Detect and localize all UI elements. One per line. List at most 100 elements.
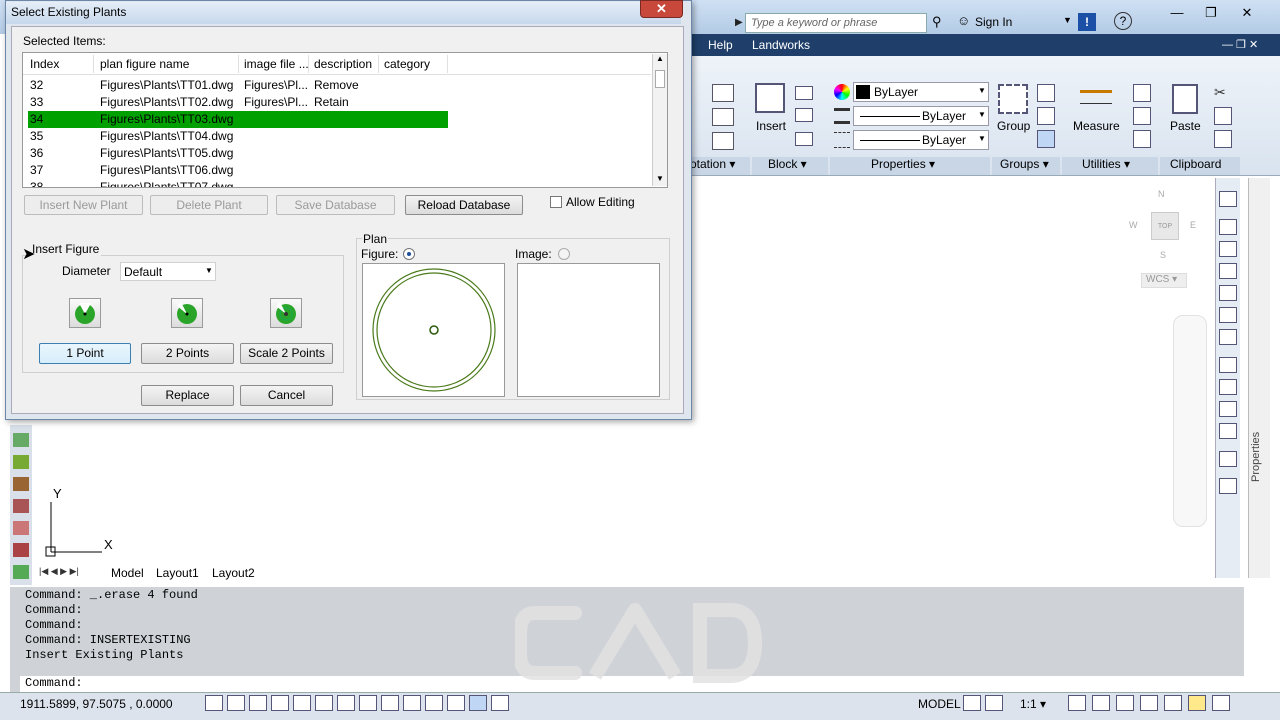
view-tool-icon[interactable] xyxy=(1219,329,1237,345)
measure-icon[interactable] xyxy=(1080,90,1112,104)
table-row[interactable]: 35 Figures\Plants\TT04.dwg xyxy=(23,128,651,145)
quick-view-layouts-icon[interactable] xyxy=(963,695,981,711)
table-row[interactable]: 37 Figures\Plants\TT06.dwg xyxy=(23,162,651,179)
image-radio[interactable] xyxy=(558,248,570,260)
tool-icon[interactable] xyxy=(13,477,29,491)
view-tool-icon[interactable] xyxy=(1219,191,1237,207)
column-header-category[interactable]: category xyxy=(384,57,430,71)
group-button[interactable]: Group xyxy=(997,119,1030,133)
replace-button[interactable]: Replace xyxy=(141,385,234,406)
transparency-icon[interactable] xyxy=(447,695,465,711)
otrack-icon[interactable] xyxy=(359,695,377,711)
close-icon[interactable]: ✕ xyxy=(1230,3,1264,23)
minimize-icon[interactable]: — xyxy=(1160,3,1194,23)
viewcube-north[interactable]: N xyxy=(1158,189,1165,199)
group-selection-icon[interactable] xyxy=(1037,130,1055,148)
attribute-icon[interactable] xyxy=(795,132,813,146)
view-tool-icon[interactable] xyxy=(1219,423,1237,439)
gear-icon[interactable] xyxy=(1116,695,1134,711)
reload-database-button[interactable]: Reload Database xyxy=(405,195,523,215)
info-center-icon[interactable]: ! xyxy=(1078,13,1096,31)
insert-new-plant-button[interactable]: Insert New Plant xyxy=(24,195,143,215)
paste-button[interactable]: Paste xyxy=(1170,119,1201,133)
view-tool-icon[interactable] xyxy=(1219,357,1237,373)
view-tool-icon[interactable] xyxy=(1219,285,1237,301)
menu-landworks[interactable]: Landworks xyxy=(752,38,810,52)
paste-icon[interactable] xyxy=(1172,84,1198,114)
save-database-button[interactable]: Save Database xyxy=(276,195,395,215)
create-block-icon[interactable] xyxy=(795,86,813,100)
measure-button[interactable]: Measure xyxy=(1073,119,1120,133)
doc-window-controls[interactable]: — ❐ ✕ xyxy=(1222,38,1258,51)
help-search-input[interactable]: Type a keyword or phrase xyxy=(745,13,927,33)
dimension-icon[interactable] xyxy=(712,84,734,102)
view-tool-icon[interactable] xyxy=(1219,307,1237,323)
calculator-icon[interactable] xyxy=(1133,130,1151,148)
ortho-icon[interactable] xyxy=(271,695,289,711)
quick-select-icon[interactable] xyxy=(1133,84,1151,102)
workspace-icon[interactable] xyxy=(1092,695,1110,711)
figure-1-point-icon[interactable] xyxy=(69,298,101,328)
column-header-index[interactable]: Index xyxy=(30,57,59,71)
viewcube-west[interactable]: W xyxy=(1129,220,1138,230)
chevron-down-icon[interactable]: ▼ xyxy=(1063,15,1072,25)
quick-properties-icon[interactable] xyxy=(469,695,487,711)
polar-icon[interactable] xyxy=(293,695,311,711)
help-icon[interactable]: ? xyxy=(1114,12,1132,30)
diameter-select[interactable]: Default ▼ xyxy=(120,262,216,281)
figure-radio[interactable] xyxy=(403,248,415,260)
tab-layout2[interactable]: Layout2 xyxy=(212,566,255,580)
copy-icon[interactable] xyxy=(1214,107,1232,125)
grid-icon[interactable] xyxy=(249,695,267,711)
linetype-dropdown[interactable]: ByLayer ▼ xyxy=(853,106,989,126)
panel-title-properties[interactable]: Properties ▾ xyxy=(830,157,990,175)
table-row[interactable]: 33 Figures\Plants\TT02.dwg Figures\Pl... Re… xyxy=(23,94,651,111)
snap-icon[interactable] xyxy=(227,695,245,711)
column-header-plan-figure-name[interactable]: plan figure name xyxy=(100,57,189,71)
group-icon[interactable] xyxy=(998,84,1028,114)
tool-icon[interactable] xyxy=(13,455,29,469)
column-header-description[interactable]: description xyxy=(314,57,372,71)
insert-block-icon[interactable] xyxy=(755,83,785,113)
panel-title-annotation[interactable]: otation ▾ xyxy=(690,157,750,175)
tool-icon[interactable] xyxy=(13,521,29,535)
two-points-button[interactable]: 2 Points xyxy=(141,343,234,364)
tab-model[interactable]: Model xyxy=(111,566,144,580)
view-tool-icon[interactable] xyxy=(1219,241,1237,257)
viewcube-east[interactable]: E xyxy=(1190,220,1196,230)
scroll-down-icon[interactable]: ▼ xyxy=(653,174,667,186)
quick-view-drawings-icon[interactable] xyxy=(985,695,1003,711)
table-row[interactable]: 36 Figures\Plants\TT05.dwg xyxy=(23,145,651,162)
selection-cycling-icon[interactable] xyxy=(491,695,509,711)
figure-scale-2-points-icon[interactable] xyxy=(270,298,302,328)
clean-screen-icon[interactable] xyxy=(1212,695,1230,711)
color-dropdown[interactable]: ByLayer ▼ xyxy=(853,82,989,102)
table-icon[interactable] xyxy=(712,132,734,150)
osnap-icon[interactable] xyxy=(315,695,333,711)
view-tool-icon[interactable] xyxy=(1219,478,1237,494)
menu-help[interactable]: Help xyxy=(708,38,733,52)
maximize-icon[interactable]: ❐ xyxy=(1194,3,1228,23)
ducs-icon[interactable] xyxy=(381,695,399,711)
model-space-toggle[interactable]: MODEL xyxy=(918,697,961,711)
color-wheel-icon[interactable] xyxy=(834,84,850,100)
tool-icon[interactable] xyxy=(13,433,29,447)
viewcube-south[interactable]: S xyxy=(1160,250,1166,260)
delete-plant-button[interactable]: Delete Plant xyxy=(150,195,268,215)
dialog-close-button[interactable]: ✕ xyxy=(640,0,683,18)
panel-title-groups[interactable]: Groups ▾ xyxy=(992,157,1060,175)
search-expand-icon[interactable]: ▶ xyxy=(735,13,745,33)
properties-palette-strip[interactable] xyxy=(1248,178,1270,578)
table-row[interactable]: 34 Figures\Plants\TT03.dwg xyxy=(23,111,651,128)
one-point-button[interactable]: 1 Point xyxy=(39,343,131,364)
binoculars-icon[interactable]: ⚲ xyxy=(932,14,942,30)
scroll-thumb[interactable] xyxy=(655,70,665,88)
tab-nav-icons[interactable]: |◀ ◀ ▶ ▶| xyxy=(39,566,79,577)
lineweight-toggle-icon[interactable] xyxy=(425,695,443,711)
coordinates-readout[interactable]: 1911.5899, 97.5075 , 0.0000 xyxy=(20,697,173,711)
group-edit-icon[interactable] xyxy=(1037,107,1055,125)
dyn-icon[interactable] xyxy=(403,695,421,711)
cancel-button[interactable]: Cancel xyxy=(240,385,333,406)
panel-title-clipboard[interactable]: Clipboard xyxy=(1160,157,1240,175)
ungroup-icon[interactable] xyxy=(1037,84,1055,102)
